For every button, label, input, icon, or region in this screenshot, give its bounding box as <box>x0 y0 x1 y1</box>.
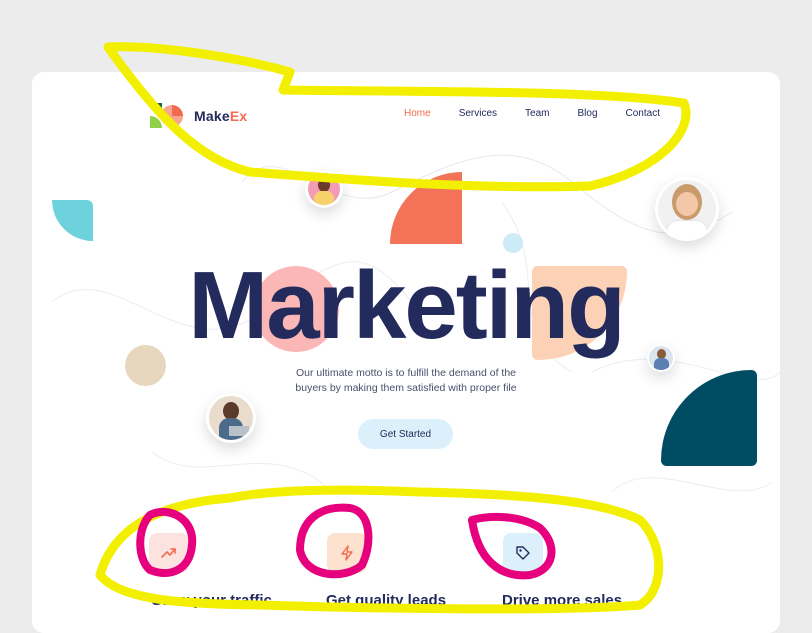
brand-name-suffix: Ex <box>229 108 248 124</box>
hero-subtitle-line-2: buyers by making them satisfied with pro… <box>295 382 517 394</box>
trending-up-icon <box>161 548 176 558</box>
small-blue-dot <box>503 233 523 253</box>
tag-icon <box>516 546 530 560</box>
feature-sales-icon-box <box>503 533 543 573</box>
hero-subtitle-line-1: Our ultimate motto is to fulfill the dem… <box>295 367 517 379</box>
nav-contact[interactable]: Contact <box>626 108 660 119</box>
hero-subtitle: Our ultimate motto is to fulfill the dem… <box>280 366 532 396</box>
logo[interactable]: MakeEx <box>150 103 247 129</box>
feature-leads-icon-box <box>327 533 367 573</box>
brand-name: MakeEx <box>194 108 247 124</box>
nav-services[interactable]: Services <box>459 108 497 119</box>
logo-mark-icon <box>150 103 183 128</box>
get-started-button[interactable]: Get Started <box>358 419 453 449</box>
feature-label-sales: Drive more sales <box>502 592 623 609</box>
lightning-icon <box>341 545 353 561</box>
avatar-woman-laptop <box>206 393 256 443</box>
main-nav: Home Services Team Blog Contact <box>404 108 688 119</box>
nav-team[interactable]: Team <box>525 108 549 119</box>
hero-title: Marketing <box>188 252 625 359</box>
feature-label-traffic: Grow your traffic <box>151 592 272 609</box>
nav-home[interactable]: Home <box>404 108 431 119</box>
avatar-woman-laughing <box>655 177 719 241</box>
avatar-woman-waving <box>305 170 343 208</box>
brand-name-prefix: Make <box>194 108 230 124</box>
feature-label-leads: Get quality leads <box>326 592 447 609</box>
feature-traffic-icon-box <box>149 533 189 573</box>
landing-page-card: MakeEx Home Services Team Blog Contact M… <box>32 72 780 633</box>
nav-blog[interactable]: Blog <box>578 108 598 119</box>
